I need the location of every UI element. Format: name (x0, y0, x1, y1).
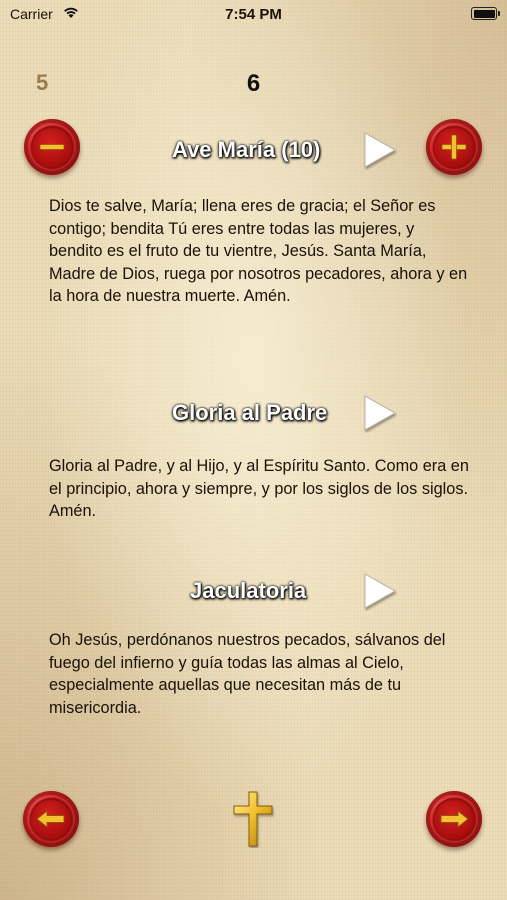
section-text-gloria: Gloria al Padre, y al Hijo, y al Espírit… (49, 457, 469, 520)
decrease-button[interactable] (24, 119, 80, 175)
plus-icon (441, 134, 467, 160)
minus-icon (39, 144, 65, 150)
status-time: 7:54 PM (225, 6, 282, 23)
section-title-ave-maria: Ave María (10) (172, 137, 321, 162)
play-icon (364, 573, 397, 609)
current-count: 6 (246, 70, 261, 97)
play-icon (364, 132, 397, 168)
cross-icon (231, 790, 275, 848)
arrow-right-icon (440, 810, 469, 828)
status-bar: Carrier 7:54 PM (0, 0, 507, 30)
section-text-ave-maria: Dios te salve, María; llena eres de grac… (49, 197, 468, 305)
arrow-left-icon (36, 810, 65, 828)
play-button-gloria[interactable] (362, 393, 398, 433)
play-button-jaculatoria[interactable] (362, 571, 398, 611)
forward-button[interactable] (426, 791, 482, 847)
play-icon (364, 395, 397, 431)
battery-icon (471, 7, 500, 20)
back-button[interactable] (23, 791, 79, 847)
section-title-jaculatoria: Jaculatoria (190, 578, 307, 603)
increase-button[interactable] (426, 119, 482, 175)
section-text-jaculatoria: Oh Jesús, perdónanos nuestros pecados, s… (49, 631, 446, 717)
section-title-gloria: Gloria al Padre (172, 400, 328, 425)
play-button-ave-maria[interactable] (362, 130, 398, 170)
